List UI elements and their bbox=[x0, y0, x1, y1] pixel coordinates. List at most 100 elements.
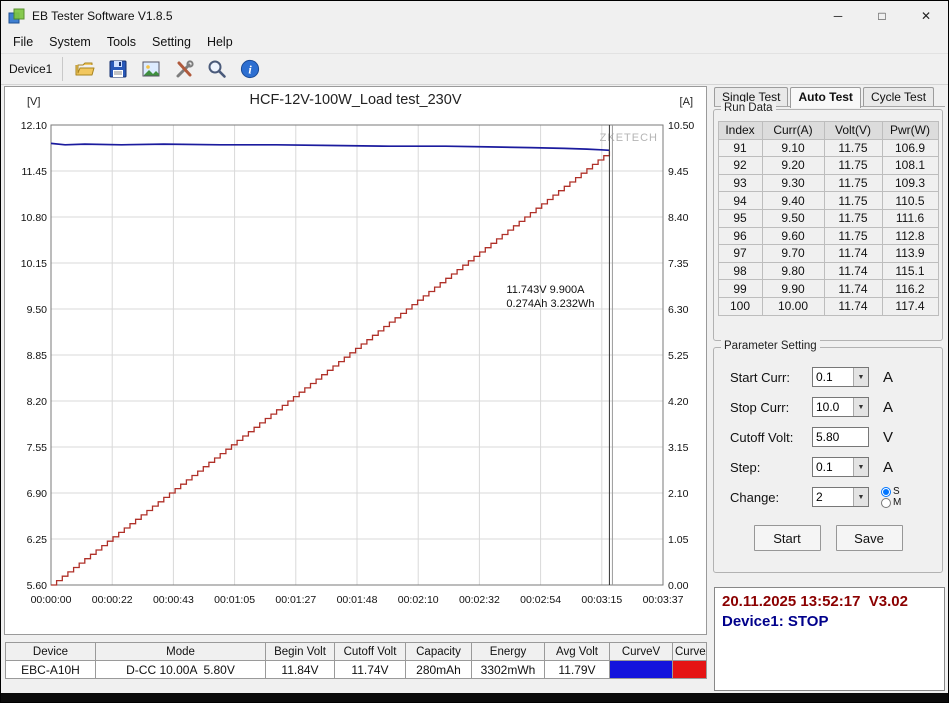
open-file-icon bbox=[75, 62, 95, 76]
chevron-down-icon[interactable]: ▼ bbox=[853, 488, 868, 506]
run-data-table[interactable]: Index Curr(A) Volt(V) Pwr(W) 91 9.10 11.75 106… bbox=[717, 121, 939, 316]
run-data-cell: 112.8 bbox=[881, 226, 939, 246]
curve-v-color-swatch[interactable] bbox=[609, 660, 673, 679]
menu-item-setting[interactable]: Setting bbox=[144, 33, 199, 51]
export-image-button[interactable] bbox=[136, 55, 166, 83]
right-axis-unit-label: [A] bbox=[679, 96, 693, 108]
run-data-cell: 11.75 bbox=[823, 173, 883, 193]
stop-curr-input[interactable] bbox=[813, 398, 853, 416]
run-data-cell: 110.5 bbox=[881, 191, 939, 210]
step-input[interactable] bbox=[813, 458, 853, 476]
run-data-cell: 11.74 bbox=[823, 279, 883, 298]
info-icon: i bbox=[241, 59, 260, 79]
save-params-button[interactable]: Save bbox=[835, 525, 903, 551]
run-data-row[interactable]: 93 9.30 11.75 109.3 bbox=[717, 173, 939, 193]
run-data-cell: 11.75 bbox=[823, 156, 883, 175]
run-data-row[interactable]: 95 9.50 11.75 111.6 bbox=[717, 208, 939, 228]
run-data-row[interactable]: 94 9.40 11.75 110.5 bbox=[717, 191, 939, 210]
cutoff-volt-input[interactable] bbox=[812, 427, 869, 447]
step-combo[interactable]: ▼ bbox=[812, 457, 869, 477]
curve-a-color-swatch[interactable] bbox=[672, 660, 707, 679]
run-data-cell: 9.90 bbox=[761, 279, 825, 298]
x-axis-tick: 00:02:10 bbox=[398, 594, 439, 606]
close-button[interactable]: ✕ bbox=[904, 1, 948, 31]
left-axis-tick: 8.85 bbox=[27, 350, 48, 362]
export-image-icon bbox=[142, 61, 160, 77]
x-axis-tick: 00:01:05 bbox=[214, 594, 255, 606]
zoom-button[interactable] bbox=[202, 55, 232, 83]
tools-button[interactable] bbox=[169, 55, 199, 83]
left-axis-tick: 10.80 bbox=[21, 212, 47, 224]
radio-option-m[interactable]: M bbox=[881, 497, 901, 508]
run-data-row[interactable]: 96 9.60 11.75 112.8 bbox=[717, 226, 939, 246]
chevron-down-icon[interactable]: ▼ bbox=[853, 458, 868, 476]
maximize-button[interactable]: □ bbox=[860, 1, 904, 31]
step-label: Step: bbox=[730, 459, 761, 475]
x-axis-tick: 00:01:27 bbox=[275, 594, 316, 606]
x-axis-tick: 00:02:32 bbox=[459, 594, 500, 606]
right-axis-tick: 5.25 bbox=[668, 350, 689, 362]
change-mode-radios: S M bbox=[881, 486, 901, 508]
right-axis-tick: 4.20 bbox=[668, 396, 689, 408]
run-data-row[interactable]: 98 9.80 11.74 115.1 bbox=[717, 261, 939, 281]
open-file-button[interactable] bbox=[70, 55, 100, 83]
change-combo[interactable]: ▼ bbox=[812, 487, 869, 507]
run-data-row[interactable]: 91 9.10 11.75 106.9 bbox=[717, 138, 939, 158]
run-data-cell: 91 bbox=[717, 138, 763, 158]
run-data-row[interactable]: 92 9.20 11.75 108.1 bbox=[717, 156, 939, 175]
cursor-annotation-line1: 11.743V 9.900A bbox=[506, 284, 585, 296]
menu-item-help[interactable]: Help bbox=[199, 33, 241, 51]
x-axis-tick: 00:00:00 bbox=[31, 594, 72, 606]
start-curr-input[interactable] bbox=[813, 368, 853, 386]
run-data-cell: 11.74 bbox=[823, 261, 883, 281]
radio-s[interactable] bbox=[881, 486, 891, 497]
right-axis-tick: 10.50 bbox=[668, 120, 694, 132]
run-data-cell: 117.4 bbox=[881, 296, 939, 316]
app-icon bbox=[8, 8, 25, 23]
device-status-panel: 20.11.2025 13:52:17 V3.02 Device1: STOP bbox=[714, 587, 945, 691]
chevron-down-icon[interactable]: ▼ bbox=[853, 368, 868, 386]
left-axis-tick: 12.10 bbox=[21, 120, 47, 132]
zoom-icon bbox=[208, 60, 227, 78]
tab-auto-test[interactable]: Auto Test bbox=[790, 87, 861, 108]
radio-m[interactable] bbox=[881, 497, 891, 508]
start-test-button[interactable]: Start bbox=[753, 525, 821, 551]
left-axis-tick: 6.90 bbox=[27, 488, 48, 500]
device-tab[interactable]: Device1 bbox=[1, 57, 64, 81]
run-data-cell: 11.75 bbox=[823, 226, 883, 246]
run-data-cell: 9.10 bbox=[761, 138, 825, 158]
summary-col-header: CurveA bbox=[672, 642, 707, 661]
run-data-col-header: Volt(V) bbox=[823, 121, 883, 140]
change-input[interactable] bbox=[813, 488, 853, 506]
run-data-cell: 11.75 bbox=[823, 191, 883, 210]
run-data-row[interactable]: 99 9.90 11.74 116.2 bbox=[717, 279, 939, 298]
x-axis-tick: 00:02:54 bbox=[520, 594, 561, 606]
chart-area: 12.10 10.50 00:00:00 11.45 9.45 00:00:22 10.80… bbox=[4, 86, 707, 635]
toolbar: Device1 i bbox=[1, 53, 948, 85]
window-bottom-edge bbox=[1, 693, 948, 702]
run-data-header-row: Index Curr(A) Volt(V) Pwr(W) bbox=[717, 121, 939, 140]
minimize-button[interactable]: ─ bbox=[816, 1, 860, 31]
stop-curr-combo[interactable]: ▼ bbox=[812, 397, 869, 417]
menu-item-system[interactable]: System bbox=[41, 33, 99, 51]
chevron-down-icon[interactable]: ▼ bbox=[853, 398, 868, 416]
cutoff-volt-unit: V bbox=[883, 428, 894, 446]
tab-cycle-test[interactable]: Cycle Test bbox=[862, 87, 935, 106]
run-data-cell: 9.20 bbox=[761, 156, 825, 175]
radio-option-s[interactable]: S bbox=[881, 486, 901, 497]
menu-item-tools[interactable]: Tools bbox=[99, 33, 144, 51]
menu-item-file[interactable]: File bbox=[5, 33, 41, 51]
run-data-row[interactable]: 100 10.00 11.74 117.4 bbox=[717, 296, 939, 316]
summary-col-header: Device bbox=[5, 642, 96, 661]
start-curr-combo[interactable]: ▼ bbox=[812, 367, 869, 387]
save-button[interactable] bbox=[103, 55, 133, 83]
chart-title: HCF-12V-100W_Load test_230V bbox=[249, 92, 462, 108]
info-button[interactable]: i bbox=[235, 55, 265, 83]
run-data-row[interactable]: 97 9.70 11.74 113.9 bbox=[717, 244, 939, 263]
chart-plot[interactable]: 12.10 10.50 00:00:00 11.45 9.45 00:00:22 10.80… bbox=[5, 87, 708, 636]
run-data-cell: 93 bbox=[717, 173, 763, 193]
cursor-annotation-line2: 0.274Ah 3.232Wh bbox=[506, 298, 594, 310]
right-axis-tick: 0.00 bbox=[668, 580, 689, 592]
watermark: ZKETECH bbox=[600, 132, 658, 144]
run-data-cell: 92 bbox=[717, 156, 763, 175]
